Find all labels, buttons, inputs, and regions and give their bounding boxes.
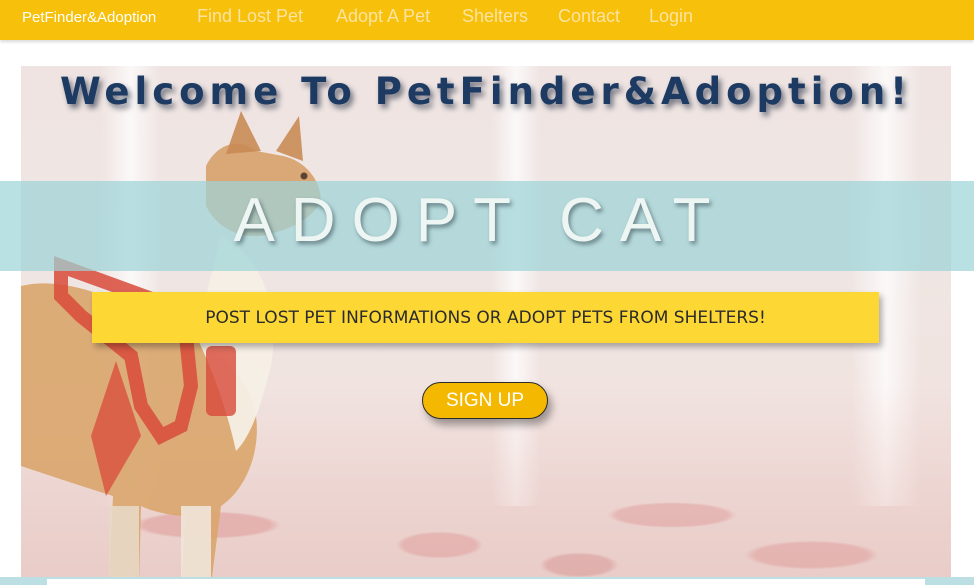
shiba-dog-image bbox=[21, 111, 321, 585]
nav-login[interactable]: Login bbox=[649, 6, 693, 27]
adopt-cat-headline: ADOPT CAT bbox=[233, 186, 727, 255]
nav-find-lost-pet[interactable]: Find Lost Pet bbox=[197, 6, 303, 27]
nav-contact[interactable]: Contact bbox=[558, 6, 620, 27]
tagline-text: POST LOST PET INFORMATIONS OR ADOPT PETS… bbox=[205, 307, 766, 328]
headline-band: ADOPT CAT bbox=[0, 181, 974, 271]
nav-adopt-a-pet[interactable]: Adopt A Pet bbox=[336, 6, 430, 27]
tagline-box: POST LOST PET INFORMATIONS OR ADOPT PETS… bbox=[92, 292, 879, 343]
content-panel-top-edge bbox=[47, 579, 925, 585]
nav-shelters[interactable]: Shelters bbox=[462, 6, 528, 27]
brand-logo-link[interactable]: PetFinder&Adoption bbox=[22, 9, 156, 26]
top-navbar: PetFinder&Adoption Find Lost Pet Adopt A… bbox=[0, 0, 974, 40]
welcome-heading: Welcome To PetFinder&Adoption! bbox=[59, 70, 913, 113]
sign-up-button[interactable]: SIGN UP bbox=[422, 382, 548, 419]
